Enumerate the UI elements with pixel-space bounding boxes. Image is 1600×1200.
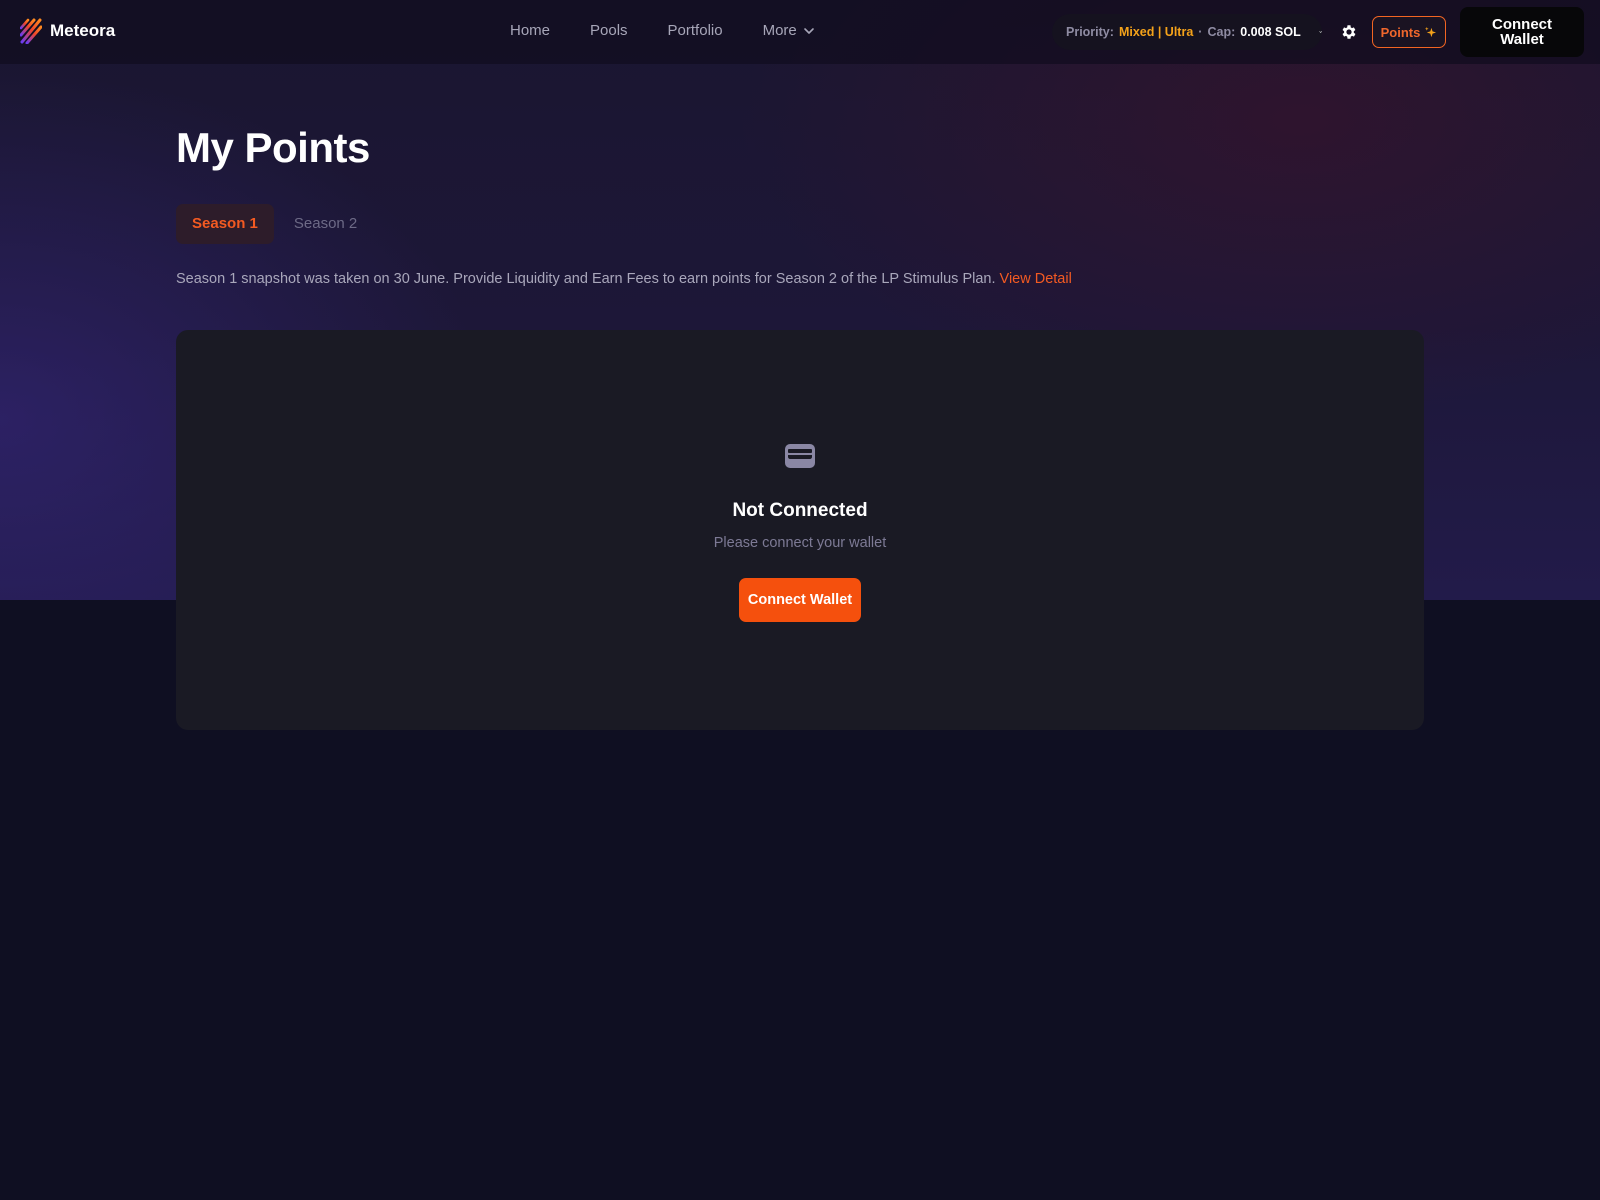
wallet-icon — [785, 444, 815, 468]
main-nav: Home Pools Portfolio More — [510, 22, 855, 39]
priority-label: Priority: — [1066, 25, 1114, 39]
brand-logo[interactable]: Meteora — [20, 18, 115, 44]
nav-more-label: More — [762, 22, 797, 39]
points-button[interactable]: Points — [1372, 16, 1446, 48]
page-title: My Points — [176, 124, 370, 171]
header-connect-wallet-button[interactable]: Connect Wallet — [1460, 7, 1584, 57]
gear-icon[interactable] — [1340, 23, 1358, 41]
view-detail-link[interactable]: View Detail — [1000, 271, 1072, 287]
nav-pools[interactable]: Pools — [590, 22, 628, 39]
season-description: Season 1 snapshot was taken on 30 June. … — [176, 271, 1072, 287]
points-button-label: Points — [1380, 24, 1421, 40]
sparkle-icon — [1425, 26, 1437, 37]
top-navbar: Meteora Home Pools Portfolio More Priori… — [0, 0, 1600, 64]
nav-portfolio-label: Portfolio — [667, 22, 723, 39]
nav-more[interactable]: More — [763, 22, 815, 39]
priority-separator: · — [1198, 25, 1203, 39]
page: Meteora Home Pools Portfolio More Priori… — [0, 0, 1600, 1200]
nav-pools-label: Pools — [590, 22, 628, 39]
season-tabs: Season 1 Season 2 — [176, 204, 377, 244]
tab-season-1[interactable]: Season 1 — [176, 204, 274, 244]
points-card: Not Connected Please connect your wallet… — [176, 330, 1424, 730]
empty-state-title: Not Connected — [732, 500, 868, 521]
empty-state-subtitle: Please connect your wallet — [713, 535, 887, 551]
connect-wallet-button[interactable]: Connect Wallet — [739, 578, 861, 622]
season-description-text: Season 1 snapshot was taken on 30 June. … — [176, 271, 996, 287]
chevron-down-icon — [1319, 31, 1322, 33]
priority-fee-selector[interactable]: Priority: Mixed | Ultra · Cap: 0.008 SOL — [1052, 14, 1322, 50]
brand-name: Meteora — [50, 21, 116, 40]
priority-cap-value: 0.008 SOL — [1240, 25, 1301, 39]
tab-season-2[interactable]: Season 2 — [278, 204, 373, 244]
nav-home-label: Home — [510, 22, 551, 39]
nav-home[interactable]: Home — [510, 22, 550, 39]
nav-portfolio[interactable]: Portfolio — [668, 22, 723, 39]
priority-cap-label: Cap: — [1207, 25, 1236, 39]
chevron-down-icon — [803, 27, 814, 34]
priority-mode: Mixed | Ultra — [1118, 25, 1194, 39]
header-connect-wallet-label: Connect Wallet — [1492, 16, 1552, 48]
meteora-logo-icon — [20, 18, 42, 44]
